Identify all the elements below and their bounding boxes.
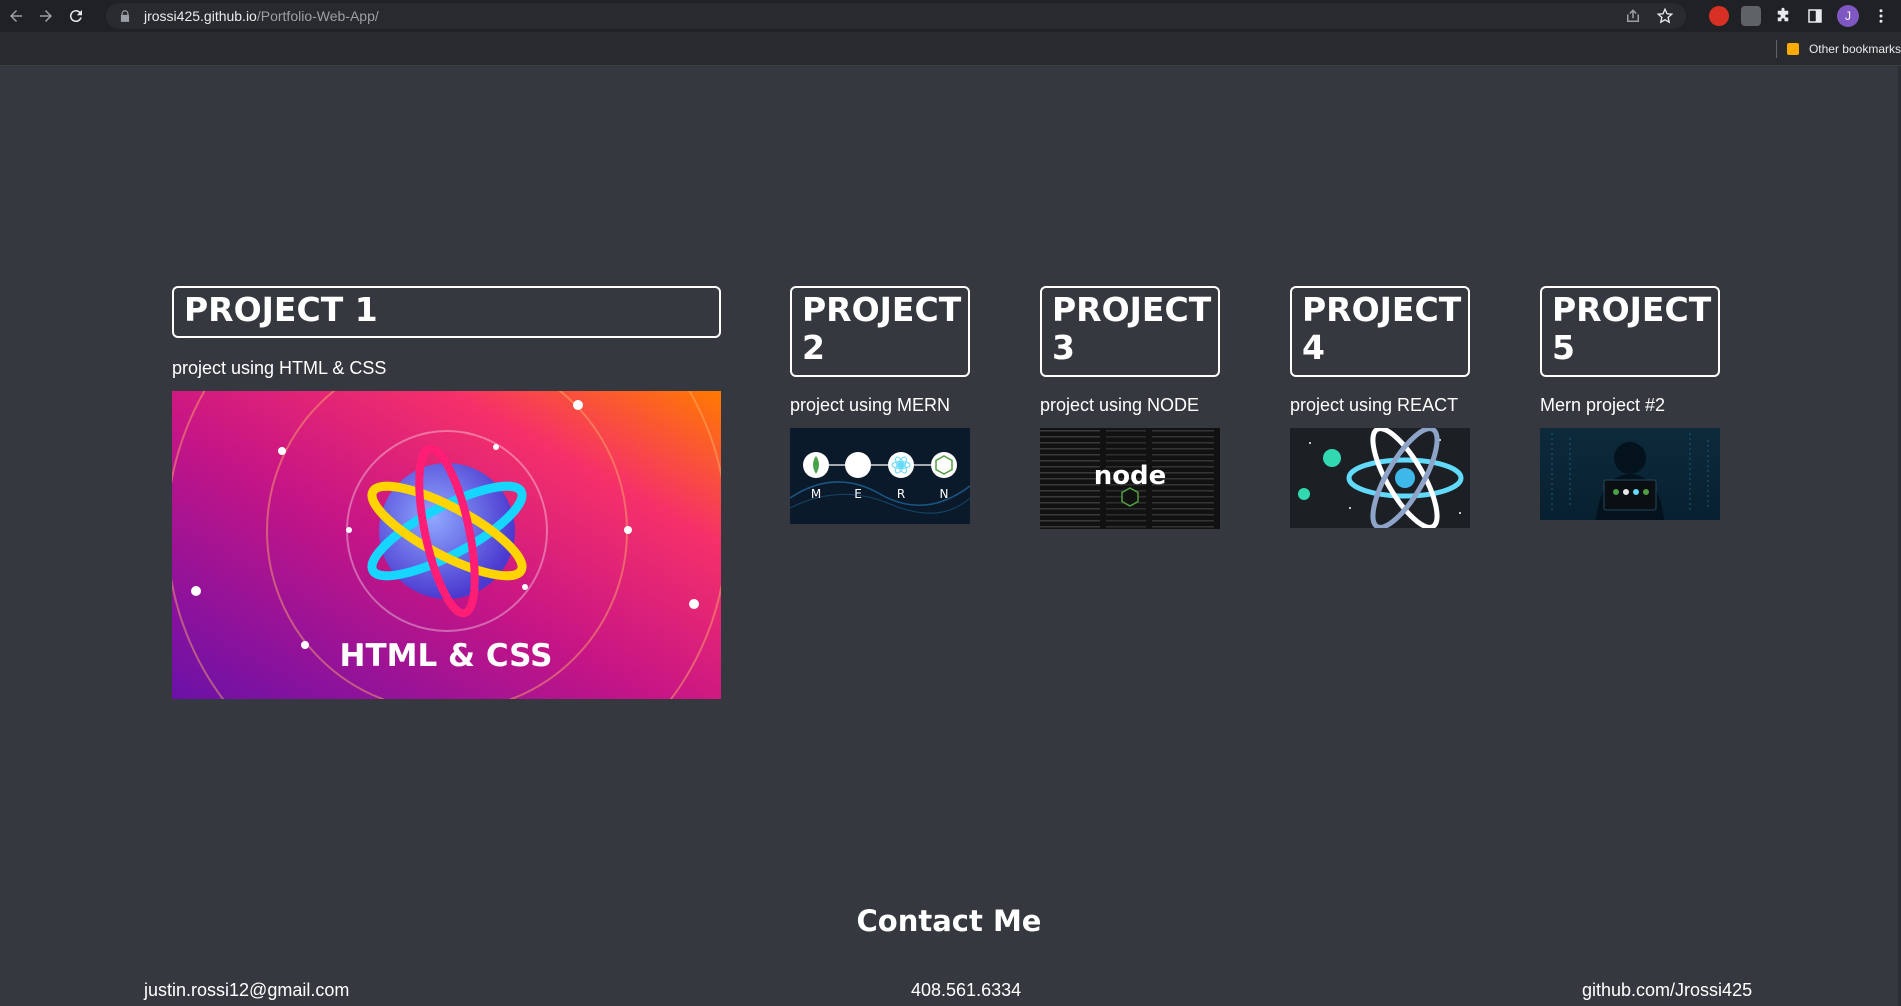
contact-title: Contact Me xyxy=(856,904,1042,938)
extension-red-icon[interactable] xyxy=(1709,6,1729,26)
address-bar[interactable]: jrossi425.github.io/Portfolio-Web-App/ xyxy=(106,3,1686,29)
project-image-react[interactable] xyxy=(1290,428,1470,528)
forward-button[interactable] xyxy=(32,2,60,30)
project-image-mern-2[interactable] xyxy=(1540,428,1720,520)
url-host: jrossi425.github.io xyxy=(144,8,257,24)
menu-kebab-icon[interactable] xyxy=(1871,6,1891,26)
project-image-node[interactable]: node xyxy=(1040,428,1220,529)
reload-button[interactable] xyxy=(62,2,90,30)
side-panel-icon[interactable] xyxy=(1805,6,1825,26)
project-title[interactable]: PROJECT 3 xyxy=(1040,286,1220,377)
image-caption-node: node xyxy=(1094,461,1167,491)
share-icon[interactable] xyxy=(1624,7,1642,25)
arrow-right-icon xyxy=(40,10,52,22)
other-bookmarks[interactable]: Other bookmarks xyxy=(1775,40,1901,58)
profile-avatar[interactable]: J xyxy=(1837,5,1859,27)
project-description: project using HTML & CSS xyxy=(172,358,387,378)
bookmarks-bar: Other bookmarks xyxy=(0,32,1901,66)
project-description: Mern project #2 xyxy=(1540,395,1666,415)
project-description: project using NODE xyxy=(1040,395,1200,415)
mern-letter: R xyxy=(897,487,905,501)
project-card-1: PROJECT 1 project using HTML & CSS HTML … xyxy=(172,286,721,699)
lock-icon xyxy=(120,10,130,22)
mern-letter: E xyxy=(854,487,862,501)
browser-toolbar: jrossi425.github.io/Portfolio-Web-App/ J xyxy=(0,0,1901,32)
project-card-5: PROJECT 5 Mern project #2 xyxy=(1540,286,1720,520)
project-title[interactable]: PROJECT 4 xyxy=(1290,286,1470,377)
folder-icon xyxy=(1786,43,1799,55)
reload-icon xyxy=(69,10,82,23)
project-image-mern[interactable]: M E R N xyxy=(790,428,970,524)
project-title[interactable]: PROJECT 2 xyxy=(790,286,970,377)
arrow-left-icon xyxy=(10,10,22,22)
mern-letter: N xyxy=(940,487,949,501)
other-bookmarks-label: Other bookmarks xyxy=(1808,42,1901,56)
image-caption-html-css: HTML & CSS xyxy=(340,638,553,674)
url-path: /Portfolio-Web-App/ xyxy=(256,8,379,24)
project-card-4: PROJECT 4 project using REACT xyxy=(1290,286,1470,528)
project-title[interactable]: PROJECT 5 xyxy=(1540,286,1720,377)
contact-phone[interactable]: 408.561.6334 xyxy=(911,980,1021,1001)
project-card-3: PROJECT 3 project using NODE node xyxy=(1040,286,1220,529)
extensions-puzzle-icon[interactable] xyxy=(1773,6,1793,26)
bookmark-separator xyxy=(1775,40,1777,58)
contact-email[interactable]: justin.rossi12@gmail.com xyxy=(144,980,349,1001)
project-card-2: PROJECT 2 project using MERN M E R N xyxy=(790,286,970,524)
project-image-html-css[interactable]: HTML & CSS xyxy=(172,391,721,699)
contact-github[interactable]: github.com/Jrossi425 xyxy=(1582,980,1752,1001)
project-description: project using REACT xyxy=(1290,395,1459,415)
back-button[interactable] xyxy=(2,2,30,30)
project-title[interactable]: PROJECT 1 xyxy=(172,286,721,338)
extension-gray-icon[interactable] xyxy=(1741,6,1761,26)
mern-letter: M xyxy=(811,487,821,501)
project-description: project using MERN xyxy=(790,395,951,415)
star-icon[interactable] xyxy=(1656,7,1674,25)
